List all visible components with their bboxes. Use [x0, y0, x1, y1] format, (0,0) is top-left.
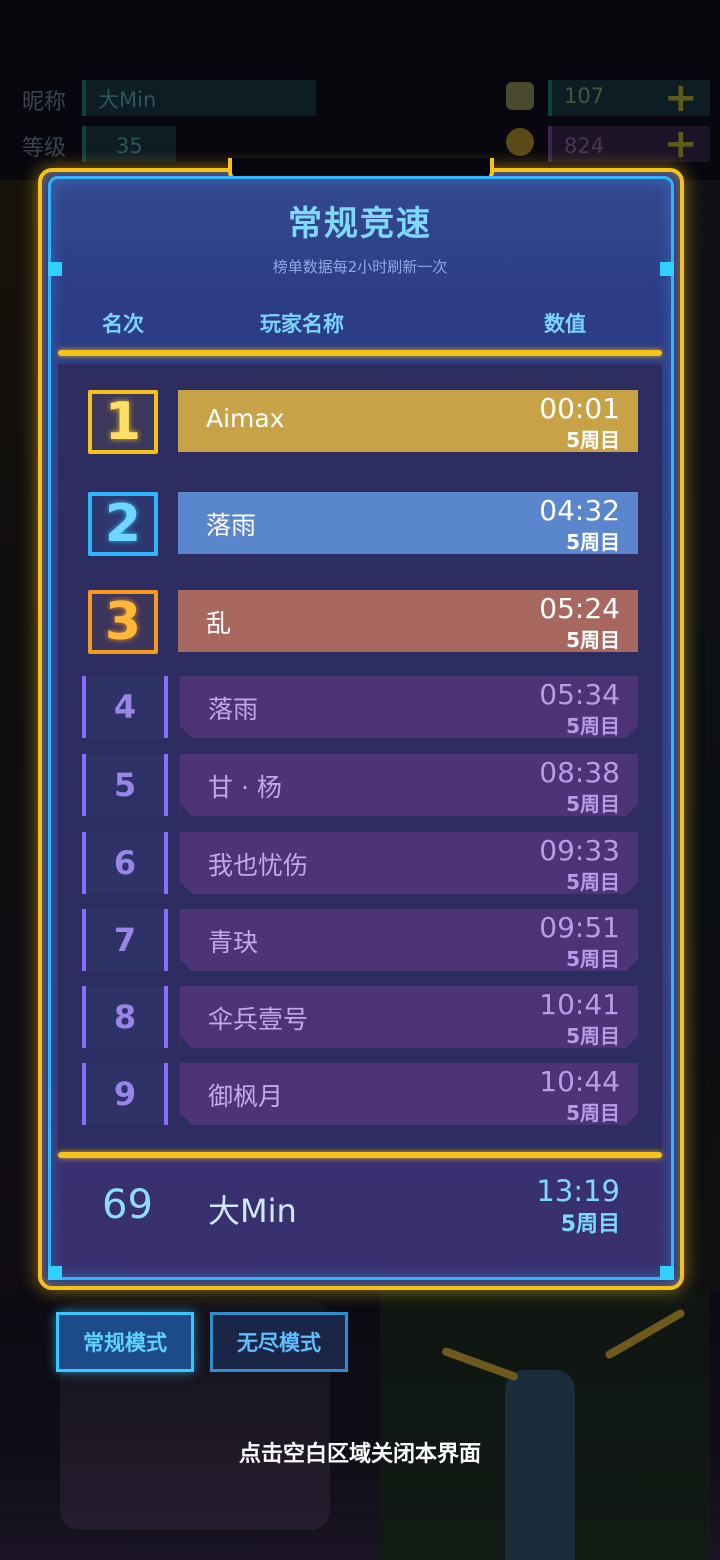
refresh-note: 榜单数据每2小时刷新一次 — [272, 258, 448, 276]
rank-number: 5 — [82, 754, 168, 816]
clear-time: 04:32 — [539, 494, 620, 527]
clear-time: 00:01 — [539, 392, 620, 425]
player-name: 我也忧伤 — [208, 851, 309, 880]
level-field: 35 — [82, 126, 176, 162]
bar-notch — [626, 726, 638, 738]
rank-number: 6 — [82, 832, 168, 894]
bar-notch — [180, 1036, 192, 1048]
top-status-bar: 昵称 大Min 等级 35 107 + 824 + — [0, 0, 720, 180]
silver-rank-badge: 2 — [88, 492, 158, 556]
bar-notch — [626, 959, 638, 971]
add-currency1-button[interactable]: + — [664, 78, 698, 118]
rank-bar: 我也忧伤 09:33 5周目 — [178, 832, 638, 894]
cycle-count: 5周目 — [566, 947, 620, 971]
player-name: 青玦 — [208, 928, 259, 957]
clear-time: 05:24 — [539, 592, 620, 625]
rank-bar: 御枫月 10:44 5周目 — [178, 1063, 638, 1125]
bar-notch — [180, 959, 192, 971]
cycle-count: 5周目 — [566, 792, 620, 816]
column-player-name: 玩家名称 — [260, 312, 344, 336]
bar-notch — [180, 882, 192, 894]
clear-time: 10:44 — [539, 1065, 620, 1098]
bar-notch — [626, 1036, 638, 1048]
rank-bar: 落雨 04:32 5周目 — [178, 492, 638, 554]
player-name: 甘 · 杨 — [208, 773, 282, 802]
rank-bar: 甘 · 杨 08:38 5周目 — [178, 754, 638, 816]
bar-notch — [626, 804, 638, 816]
rank-number: 4 — [82, 676, 168, 738]
bronze-rank-badge: 3 — [88, 590, 158, 654]
rank-bar: 乱 05:24 5周目 — [178, 590, 638, 652]
list-bottom-divider — [58, 1152, 662, 1158]
close-hint-text: 点击空白区域关闭本界面 — [238, 1442, 481, 1467]
my-cycle-count: 5周目 — [560, 1212, 620, 1237]
cycle-count: 5周目 — [566, 1024, 620, 1048]
bar-notch — [180, 726, 192, 738]
bar-notch — [180, 804, 192, 816]
nickname-field: 大Min — [82, 80, 316, 116]
endless-mode-tab[interactable]: 无尽模式 — [210, 1312, 348, 1372]
player-name: 伞兵壹号 — [208, 1005, 309, 1034]
normal-mode-tab[interactable]: 常规模式 — [56, 1312, 194, 1372]
rank-bar: Aimax 00:01 5周目 — [178, 390, 638, 452]
player-name: 御枫月 — [208, 1082, 284, 1111]
player-name: Aimax — [206, 404, 285, 433]
clear-time: 08:38 — [539, 756, 620, 789]
cycle-count: 5周目 — [566, 428, 620, 452]
currency1-value: 107 — [564, 84, 605, 108]
clear-time: 09:51 — [539, 911, 620, 944]
bar-notch — [180, 1113, 192, 1125]
gem-chip-icon — [506, 82, 534, 110]
gold-rank-badge: 1 — [88, 390, 158, 454]
clear-time: 05:34 — [539, 678, 620, 711]
my-clear-time: 13:19 — [536, 1174, 620, 1208]
column-rank: 名次 — [102, 312, 144, 336]
cycle-count: 5周目 — [566, 714, 620, 738]
bar-notch — [626, 882, 638, 894]
clear-time: 09:33 — [539, 834, 620, 867]
rank-bar: 伞兵壹号 10:41 5周目 — [178, 986, 638, 1048]
column-value: 数值 — [544, 312, 586, 336]
player-name: 乱 — [206, 609, 232, 638]
rank-bar: 落雨 05:34 5周目 — [178, 676, 638, 738]
list-top-divider — [58, 350, 662, 356]
player-name: 落雨 — [208, 695, 259, 724]
level-value: 35 — [116, 134, 143, 158]
bar-notch — [626, 1113, 638, 1125]
my-player-name: 大Min — [208, 1192, 297, 1230]
add-currency2-button[interactable]: + — [664, 124, 698, 164]
rank-number: 7 — [82, 909, 168, 971]
player-name: 落雨 — [206, 511, 257, 540]
rank-number: 8 — [82, 986, 168, 1048]
clear-time: 10:41 — [539, 988, 620, 1021]
cycle-count: 5周目 — [566, 530, 620, 554]
rank-bar: 青玦 09:51 5周目 — [178, 909, 638, 971]
frame-corner — [48, 1266, 62, 1280]
frame-corner — [660, 1266, 674, 1280]
leaderboard-title: 常规竞速 — [288, 204, 432, 244]
column-header-row: 名次 玩家名称 数值 — [58, 292, 662, 350]
level-label: 等级 — [22, 136, 67, 161]
cycle-count: 5周目 — [566, 628, 620, 652]
demon-face-icon — [506, 128, 534, 156]
rank-number: 9 — [82, 1063, 168, 1125]
cycle-count: 5周目 — [566, 1101, 620, 1125]
nickname-label: 昵称 — [22, 90, 67, 115]
my-rank: 69 — [102, 1182, 153, 1228]
my-ranking-row: 69 大Min 13:19 5周目 — [58, 1164, 662, 1260]
nickname-value: 大Min — [98, 88, 157, 112]
cycle-count: 5周目 — [566, 870, 620, 894]
currency2-value: 824 — [564, 134, 605, 158]
